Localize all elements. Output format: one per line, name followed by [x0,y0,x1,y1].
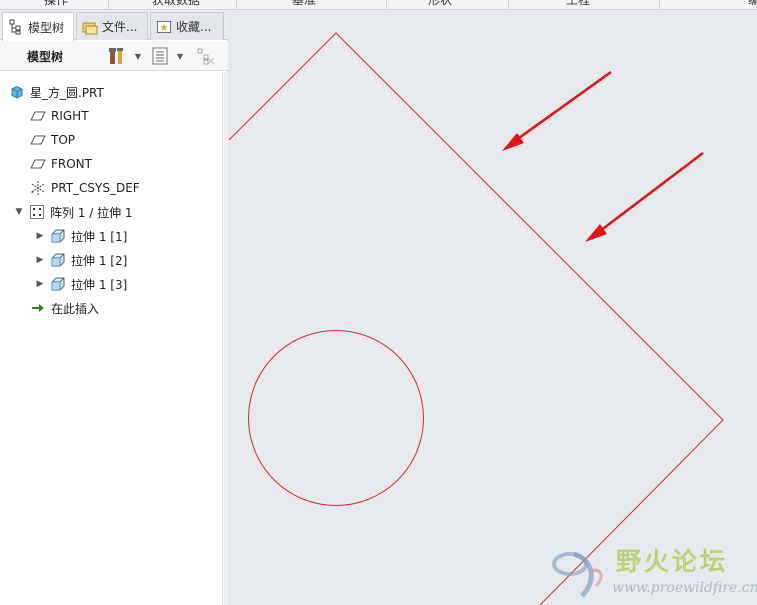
watermark-title: 野火论坛 [616,547,729,576]
tree-item-label: 星_方_圆.PRT [30,85,104,100]
tab-favorites-label: 收藏... [176,20,212,34]
collapse-triangle-icon[interactable]: ▼ [13,206,25,218]
tree-item-top[interactable]: TOP [30,129,75,151]
circle-outline [248,330,424,506]
tab-model-tree-label: 模型树 [28,20,65,35]
tab-file-browser[interactable]: 文件... [76,12,148,40]
tree-item-label: 拉伸 1 [2] [71,253,128,268]
watermark-logo-icon [552,551,603,598]
forum-watermark: 野火论坛 www.proewildfire.cn [540,540,757,602]
model-tree-icon [8,19,24,35]
svg-text:*: * [31,190,34,196]
pattern-icon [29,204,45,220]
tree-item-label: FRONT [51,157,92,171]
extrude-icon [50,276,66,292]
favorites-icon [156,19,172,35]
tree-item-front[interactable]: FRONT [30,153,92,175]
annotation-arrow-upper [502,70,612,151]
ribbon-divider [108,0,109,9]
tree-item-label: 拉伸 1 [1] [71,229,128,244]
expand-triangle-icon[interactable]: ▶ [34,278,46,290]
tab-favorites[interactable]: 收藏... [150,12,224,40]
navigator-tabs: 模型树 文件... 收藏... [0,10,228,41]
tree-item-label: 在此插入 [51,301,100,316]
show-columns-icon[interactable] [149,45,171,67]
graphics-window[interactable] [229,10,757,605]
model-tree: 星_方_圆.PRT RIGHT TOP FRONT * PRT_CSYS_DEF [0,72,222,605]
tree-item-label: PRT_CSYS_DEF [51,181,140,195]
expand-triangle-icon[interactable]: ▶ [34,230,46,242]
tree-item-label: 拉伸 1 [3] [71,277,128,292]
tree-scrollbar[interactable] [222,72,228,605]
ribbon-group-get-data[interactable]: 获取数据 [152,0,200,8]
sketch-geometry [229,32,724,605]
ribbon-group-engineering[interactable]: 工程 [566,0,590,8]
tools-dropdown-chevron-icon[interactable]: ▼ [133,47,143,65]
watermark-url: www.proewildfire.cn [612,580,757,596]
annotation-arrow-lower [585,151,704,242]
model-tree-title: 模型树 [27,50,64,64]
csys-icon: * [30,180,46,196]
tree-item-insert-here[interactable]: 在此插入 [30,297,99,319]
square-outline [229,32,724,605]
extrude-icon [50,228,66,244]
tree-item-csys[interactable]: * PRT_CSYS_DEF [30,177,140,199]
tab-file-browser-label: 文件... [102,20,138,34]
ribbon-divider [659,0,660,9]
navigator-panel: 模型树 文件... 收藏... 模型树 ▼ ▼ 星_方_圆.PRT RIGHT … [0,10,228,605]
tree-item-right[interactable]: RIGHT [30,105,89,127]
ribbon-divider [508,0,509,9]
tab-model-tree[interactable]: 模型树 [2,12,74,41]
ribbon-divider [386,0,387,9]
ribbon-group-operations[interactable]: 操作 [44,0,68,8]
tree-item-extrude-1[interactable]: ▶ 拉伸 1 [1] [34,225,127,247]
part-icon [9,84,25,100]
folder-icon [82,19,98,35]
tools-icon[interactable] [106,45,128,67]
extrude-icon [50,252,66,268]
ribbon-group-datum[interactable]: 基准 [292,0,316,8]
tree-item-label: TOP [51,133,76,147]
tree-item-label: RIGHT [51,109,89,123]
tree-item-extrude-3[interactable]: ▶ 拉伸 1 [3] [34,273,127,295]
ribbon-group-shapes[interactable]: 形状 [428,0,452,8]
datum-plane-icon [30,156,46,172]
datum-plane-icon [30,132,46,148]
tree-item-pattern[interactable]: ▼ 阵列 1 / 拉伸 1 [13,201,133,223]
ribbon-strip: 操作 获取数据 基准 形状 工程 编 [0,0,757,10]
expand-triangle-icon[interactable]: ▶ [34,254,46,266]
insert-arrow-icon [30,300,46,316]
show-dropdown-chevron-icon[interactable]: ▼ [175,47,185,65]
datum-plane-icon [30,108,46,124]
ribbon-group-edit[interactable]: 编 [748,0,757,8]
tree-filter-icon[interactable] [195,45,217,67]
tree-item-label: 阵列 1 / 拉伸 1 [50,205,133,220]
tree-item-extrude-2[interactable]: ▶ 拉伸 1 [2] [34,249,127,271]
tree-item-root-part[interactable]: 星_方_圆.PRT [9,81,104,103]
ribbon-divider [236,0,237,9]
model-tree-toolbar: 模型树 ▼ ▼ [0,41,228,71]
